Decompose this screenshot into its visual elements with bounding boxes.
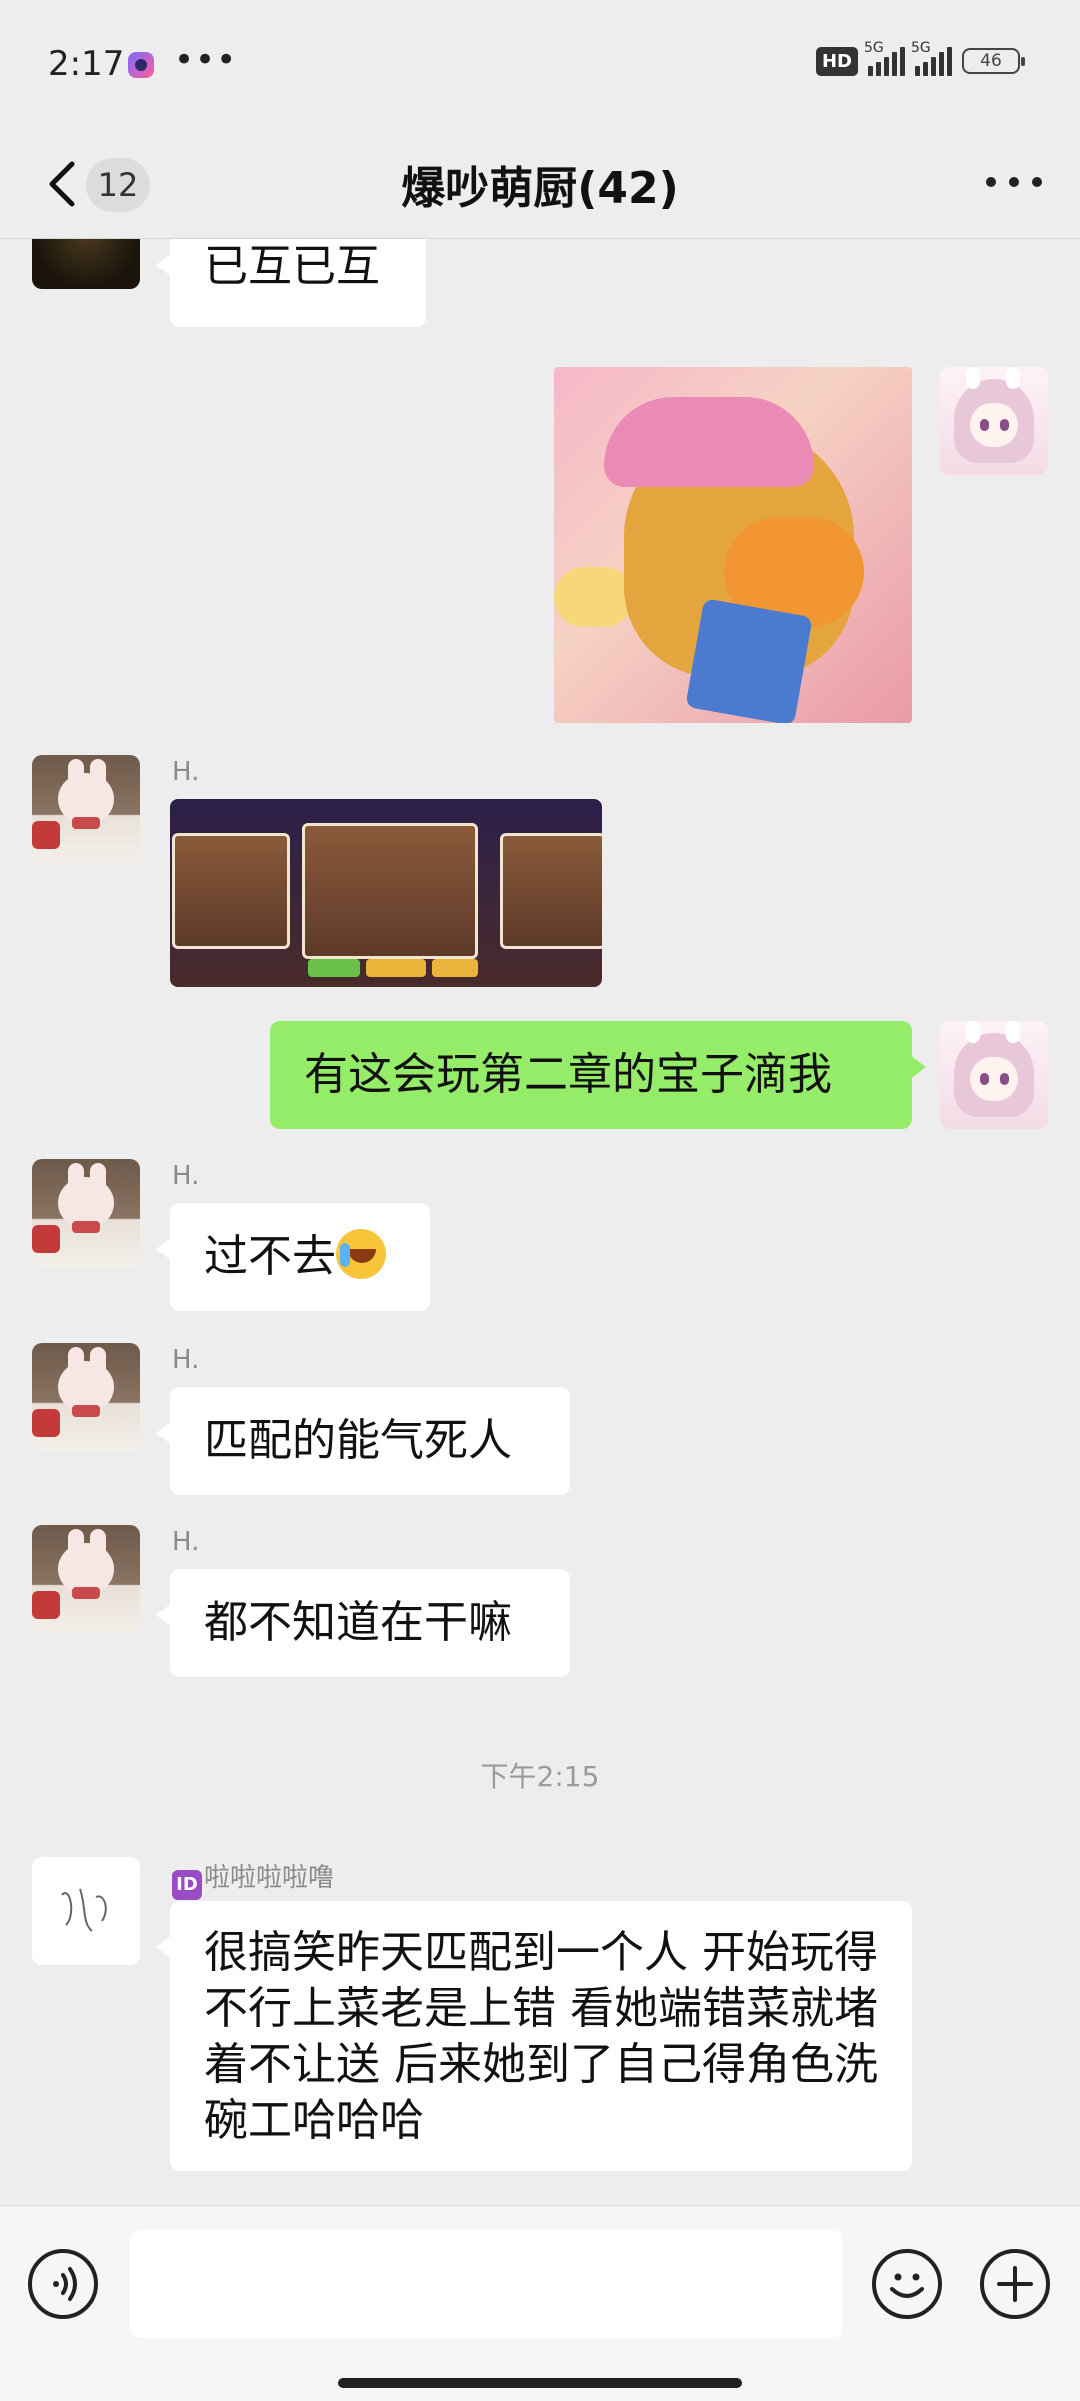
message-input[interactable] xyxy=(130,2230,842,2338)
battery-icon: 46 xyxy=(962,48,1025,74)
avatar-lalala[interactable] xyxy=(32,1857,140,1965)
emoji-picker-icon[interactable] xyxy=(872,2249,942,2319)
avatar-h[interactable] xyxy=(32,1525,140,1633)
message-bubble[interactable]: 匹配的能气死人 xyxy=(156,1387,570,1495)
status-time: 2:17 xyxy=(48,44,125,84)
signal-icon-2: 5G xyxy=(911,40,952,76)
more-options-icon[interactable] xyxy=(986,170,1042,194)
message-text: 很搞笑昨天匹配到一个人 开始玩得不行上菜老是上错 看她端错菜就堵着不让送 后来她… xyxy=(204,1927,878,2146)
input-bar xyxy=(0,2205,1080,2401)
more-notifications-icon: ••• xyxy=(174,40,238,80)
status-bar: 2:17 ••• HD 5G 5G 46 xyxy=(0,0,1080,130)
avatar-h[interactable] xyxy=(32,1343,140,1451)
message-bubble[interactable]: 有这会玩第二章的宝子滴我 xyxy=(270,1021,926,1129)
camera-app-icon xyxy=(128,52,154,78)
message-bubble[interactable]: 很搞笑昨天匹配到一个人 开始玩得不行上菜老是上错 看她端错菜就堵着不让送 后来她… xyxy=(156,1901,912,2171)
message-text: 已互已互 xyxy=(204,241,380,292)
avatar-self[interactable] xyxy=(940,367,1048,475)
message-bubble[interactable]: 已互已互 xyxy=(156,239,426,327)
sender-name: H. xyxy=(172,757,200,787)
message-bubble[interactable]: 都不知道在干嘛 xyxy=(156,1569,570,1677)
message-bubble[interactable]: 过不去 xyxy=(156,1203,430,1311)
chat-header: 12 爆吵萌厨(42) xyxy=(0,130,1080,238)
avatar-h[interactable] xyxy=(32,755,140,863)
avatar-self[interactable] xyxy=(940,1021,1048,1129)
status-indicators: HD 5G 5G 46 xyxy=(815,40,1025,76)
message-text: 过不去 xyxy=(204,1231,336,1282)
sender-name: H. xyxy=(172,1527,200,1557)
sender-name: H. xyxy=(172,1161,200,1191)
capybara-sticker-image[interactable] xyxy=(554,367,912,723)
voice-input-icon[interactable] xyxy=(28,2249,98,2319)
avatar[interactable] xyxy=(32,239,140,289)
crying-laughing-emoji-icon xyxy=(336,1229,386,1279)
message-list[interactable]: 已互已互 H. 有这会玩第二章的宝子滴我 H. 过不去 H. 匹配的能气死人 H… xyxy=(0,239,1080,2205)
message-timestamp: 下午2:15 xyxy=(480,1760,600,1793)
hd-voice-icon: HD xyxy=(815,46,858,76)
game-screenshot-image[interactable] xyxy=(170,799,602,987)
home-indicator[interactable] xyxy=(338,2378,742,2388)
message-text: 有这会玩第二章的宝子滴我 xyxy=(304,1049,832,1100)
id-badge-icon: ID xyxy=(172,1870,202,1900)
avatar-h[interactable] xyxy=(32,1159,140,1267)
sender-name: H. xyxy=(172,1345,200,1375)
sender-name: ID 啦啦啦啦噜 xyxy=(172,1857,334,1900)
more-actions-plus-icon[interactable] xyxy=(980,2249,1050,2319)
message-text: 匹配的能气死人 xyxy=(204,1415,512,1466)
chat-title: 爆吵萌厨(42) xyxy=(401,163,679,214)
message-text: 都不知道在干嘛 xyxy=(204,1597,512,1648)
signal-icon: 5G xyxy=(864,40,905,76)
